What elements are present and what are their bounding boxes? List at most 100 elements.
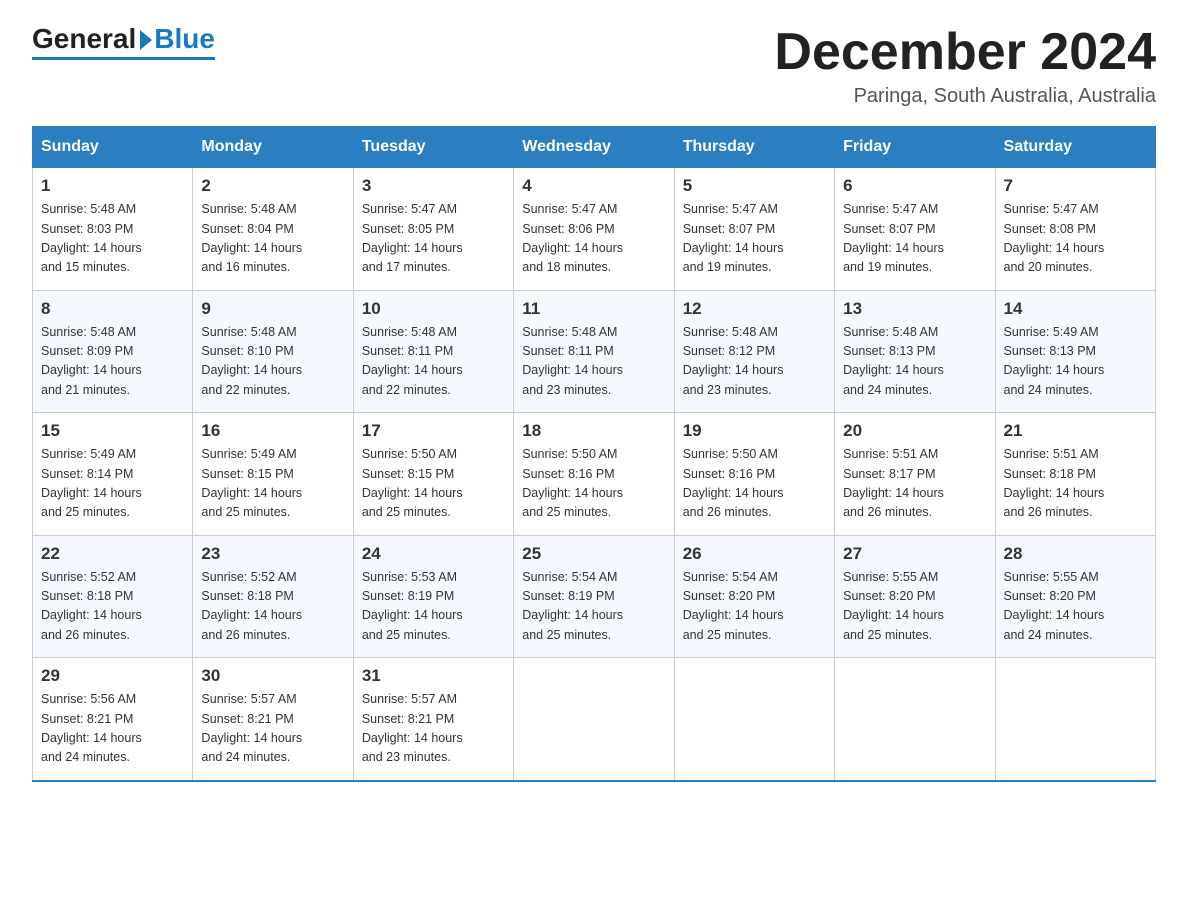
day-number: 7 bbox=[1004, 176, 1147, 196]
day-info: Sunrise: 5:48 AM Sunset: 8:03 PM Dayligh… bbox=[41, 200, 184, 278]
day-info: Sunrise: 5:50 AM Sunset: 8:16 PM Dayligh… bbox=[522, 445, 665, 523]
day-number: 31 bbox=[362, 666, 505, 686]
calendar-cell: 20 Sunrise: 5:51 AM Sunset: 8:17 PM Dayl… bbox=[835, 413, 995, 536]
day-info: Sunrise: 5:51 AM Sunset: 8:17 PM Dayligh… bbox=[843, 445, 986, 523]
calendar-cell: 15 Sunrise: 5:49 AM Sunset: 8:14 PM Dayl… bbox=[33, 413, 193, 536]
calendar-cell: 14 Sunrise: 5:49 AM Sunset: 8:13 PM Dayl… bbox=[995, 290, 1155, 413]
calendar-cell bbox=[514, 658, 674, 781]
logo-underline bbox=[32, 57, 215, 60]
day-number: 12 bbox=[683, 299, 826, 319]
day-info: Sunrise: 5:48 AM Sunset: 8:13 PM Dayligh… bbox=[843, 323, 986, 401]
calendar-cell: 7 Sunrise: 5:47 AM Sunset: 8:08 PM Dayli… bbox=[995, 167, 1155, 290]
day-info: Sunrise: 5:50 AM Sunset: 8:16 PM Dayligh… bbox=[683, 445, 826, 523]
calendar-week-row: 15 Sunrise: 5:49 AM Sunset: 8:14 PM Dayl… bbox=[33, 413, 1156, 536]
day-info: Sunrise: 5:48 AM Sunset: 8:11 PM Dayligh… bbox=[522, 323, 665, 401]
calendar-cell: 6 Sunrise: 5:47 AM Sunset: 8:07 PM Dayli… bbox=[835, 167, 995, 290]
day-info: Sunrise: 5:55 AM Sunset: 8:20 PM Dayligh… bbox=[843, 568, 986, 646]
day-number: 4 bbox=[522, 176, 665, 196]
weekday-header-friday: Friday bbox=[835, 127, 995, 167]
calendar-cell bbox=[835, 658, 995, 781]
title-block: December 2024 Paringa, South Australia, … bbox=[774, 24, 1156, 108]
weekday-header-monday: Monday bbox=[193, 127, 353, 167]
day-info: Sunrise: 5:48 AM Sunset: 8:10 PM Dayligh… bbox=[201, 323, 344, 401]
calendar-cell: 18 Sunrise: 5:50 AM Sunset: 8:16 PM Dayl… bbox=[514, 413, 674, 536]
day-info: Sunrise: 5:51 AM Sunset: 8:18 PM Dayligh… bbox=[1004, 445, 1147, 523]
calendar-week-row: 8 Sunrise: 5:48 AM Sunset: 8:09 PM Dayli… bbox=[33, 290, 1156, 413]
calendar-cell: 16 Sunrise: 5:49 AM Sunset: 8:15 PM Dayl… bbox=[193, 413, 353, 536]
calendar-cell: 29 Sunrise: 5:56 AM Sunset: 8:21 PM Dayl… bbox=[33, 658, 193, 781]
day-number: 29 bbox=[41, 666, 184, 686]
day-info: Sunrise: 5:49 AM Sunset: 8:14 PM Dayligh… bbox=[41, 445, 184, 523]
day-info: Sunrise: 5:56 AM Sunset: 8:21 PM Dayligh… bbox=[41, 690, 184, 768]
day-info: Sunrise: 5:47 AM Sunset: 8:06 PM Dayligh… bbox=[522, 200, 665, 278]
logo-arrow-icon bbox=[140, 30, 152, 50]
day-number: 19 bbox=[683, 421, 826, 441]
calendar-cell: 17 Sunrise: 5:50 AM Sunset: 8:15 PM Dayl… bbox=[353, 413, 513, 536]
day-number: 28 bbox=[1004, 544, 1147, 564]
day-info: Sunrise: 5:49 AM Sunset: 8:15 PM Dayligh… bbox=[201, 445, 344, 523]
day-info: Sunrise: 5:48 AM Sunset: 8:11 PM Dayligh… bbox=[362, 323, 505, 401]
day-number: 26 bbox=[683, 544, 826, 564]
calendar-table: SundayMondayTuesdayWednesdayThursdayFrid… bbox=[32, 126, 1156, 782]
calendar-cell: 8 Sunrise: 5:48 AM Sunset: 8:09 PM Dayli… bbox=[33, 290, 193, 413]
day-info: Sunrise: 5:48 AM Sunset: 8:04 PM Dayligh… bbox=[201, 200, 344, 278]
day-number: 10 bbox=[362, 299, 505, 319]
calendar-cell: 4 Sunrise: 5:47 AM Sunset: 8:06 PM Dayli… bbox=[514, 167, 674, 290]
day-number: 18 bbox=[522, 421, 665, 441]
weekday-header-tuesday: Tuesday bbox=[353, 127, 513, 167]
calendar-cell: 11 Sunrise: 5:48 AM Sunset: 8:11 PM Dayl… bbox=[514, 290, 674, 413]
day-info: Sunrise: 5:55 AM Sunset: 8:20 PM Dayligh… bbox=[1004, 568, 1147, 646]
calendar-cell: 10 Sunrise: 5:48 AM Sunset: 8:11 PM Dayl… bbox=[353, 290, 513, 413]
day-number: 9 bbox=[201, 299, 344, 319]
weekday-header-row: SundayMondayTuesdayWednesdayThursdayFrid… bbox=[33, 127, 1156, 167]
day-number: 22 bbox=[41, 544, 184, 564]
month-title: December 2024 bbox=[774, 24, 1156, 81]
day-info: Sunrise: 5:47 AM Sunset: 8:07 PM Dayligh… bbox=[683, 200, 826, 278]
day-info: Sunrise: 5:47 AM Sunset: 8:08 PM Dayligh… bbox=[1004, 200, 1147, 278]
calendar-cell: 5 Sunrise: 5:47 AM Sunset: 8:07 PM Dayli… bbox=[674, 167, 834, 290]
day-number: 13 bbox=[843, 299, 986, 319]
location-text: Paringa, South Australia, Australia bbox=[774, 85, 1156, 108]
day-number: 27 bbox=[843, 544, 986, 564]
day-info: Sunrise: 5:48 AM Sunset: 8:09 PM Dayligh… bbox=[41, 323, 184, 401]
weekday-header-saturday: Saturday bbox=[995, 127, 1155, 167]
day-number: 25 bbox=[522, 544, 665, 564]
calendar-cell: 31 Sunrise: 5:57 AM Sunset: 8:21 PM Dayl… bbox=[353, 658, 513, 781]
page-header: General Blue December 2024 Paringa, Sout… bbox=[32, 24, 1156, 108]
calendar-cell bbox=[995, 658, 1155, 781]
day-number: 30 bbox=[201, 666, 344, 686]
day-number: 14 bbox=[1004, 299, 1147, 319]
calendar-cell bbox=[674, 658, 834, 781]
calendar-cell: 19 Sunrise: 5:50 AM Sunset: 8:16 PM Dayl… bbox=[674, 413, 834, 536]
day-number: 23 bbox=[201, 544, 344, 564]
calendar-cell: 1 Sunrise: 5:48 AM Sunset: 8:03 PM Dayli… bbox=[33, 167, 193, 290]
calendar-cell: 26 Sunrise: 5:54 AM Sunset: 8:20 PM Dayl… bbox=[674, 535, 834, 658]
day-info: Sunrise: 5:57 AM Sunset: 8:21 PM Dayligh… bbox=[362, 690, 505, 768]
day-info: Sunrise: 5:47 AM Sunset: 8:07 PM Dayligh… bbox=[843, 200, 986, 278]
calendar-cell: 2 Sunrise: 5:48 AM Sunset: 8:04 PM Dayli… bbox=[193, 167, 353, 290]
calendar-cell: 23 Sunrise: 5:52 AM Sunset: 8:18 PM Dayl… bbox=[193, 535, 353, 658]
day-number: 11 bbox=[522, 299, 665, 319]
logo-blue-text: Blue bbox=[154, 24, 215, 55]
calendar-cell: 9 Sunrise: 5:48 AM Sunset: 8:10 PM Dayli… bbox=[193, 290, 353, 413]
day-number: 6 bbox=[843, 176, 986, 196]
calendar-cell: 27 Sunrise: 5:55 AM Sunset: 8:20 PM Dayl… bbox=[835, 535, 995, 658]
day-number: 20 bbox=[843, 421, 986, 441]
calendar-cell: 13 Sunrise: 5:48 AM Sunset: 8:13 PM Dayl… bbox=[835, 290, 995, 413]
calendar-cell: 21 Sunrise: 5:51 AM Sunset: 8:18 PM Dayl… bbox=[995, 413, 1155, 536]
day-number: 21 bbox=[1004, 421, 1147, 441]
day-info: Sunrise: 5:49 AM Sunset: 8:13 PM Dayligh… bbox=[1004, 323, 1147, 401]
calendar-cell: 25 Sunrise: 5:54 AM Sunset: 8:19 PM Dayl… bbox=[514, 535, 674, 658]
day-info: Sunrise: 5:48 AM Sunset: 8:12 PM Dayligh… bbox=[683, 323, 826, 401]
day-number: 16 bbox=[201, 421, 344, 441]
day-info: Sunrise: 5:53 AM Sunset: 8:19 PM Dayligh… bbox=[362, 568, 505, 646]
day-number: 5 bbox=[683, 176, 826, 196]
day-info: Sunrise: 5:47 AM Sunset: 8:05 PM Dayligh… bbox=[362, 200, 505, 278]
day-info: Sunrise: 5:52 AM Sunset: 8:18 PM Dayligh… bbox=[41, 568, 184, 646]
weekday-header-wednesday: Wednesday bbox=[514, 127, 674, 167]
day-number: 8 bbox=[41, 299, 184, 319]
logo: General Blue bbox=[32, 24, 215, 60]
day-number: 17 bbox=[362, 421, 505, 441]
day-info: Sunrise: 5:57 AM Sunset: 8:21 PM Dayligh… bbox=[201, 690, 344, 768]
calendar-cell: 3 Sunrise: 5:47 AM Sunset: 8:05 PM Dayli… bbox=[353, 167, 513, 290]
